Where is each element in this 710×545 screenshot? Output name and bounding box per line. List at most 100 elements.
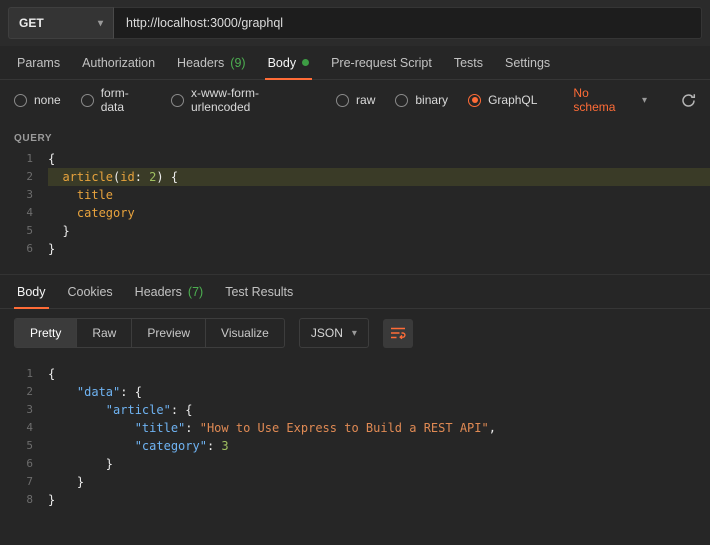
- radio-selected-icon: [468, 94, 481, 107]
- line-number: 3: [0, 401, 48, 419]
- body-mode-x-www-form-urlencoded[interactable]: x-www-form-urlencoded: [171, 86, 316, 114]
- view-mode-raw[interactable]: Raw: [76, 319, 131, 347]
- line-number: 6: [0, 240, 48, 258]
- code-line[interactable]: 7 }: [0, 473, 710, 491]
- tab-label: Test Results: [225, 285, 293, 299]
- tab-label: Pre-request Script: [331, 56, 432, 70]
- code-line[interactable]: 6 }: [0, 455, 710, 473]
- headers-count-badge: (9): [230, 56, 245, 70]
- line-number: 1: [0, 150, 48, 168]
- line-number: 2: [0, 383, 48, 401]
- response-format-select[interactable]: JSON ▾: [299, 318, 369, 348]
- line-number: 5: [0, 437, 48, 455]
- tab-label: Settings: [505, 56, 550, 70]
- body-mode-graphql[interactable]: GraphQL: [468, 93, 537, 107]
- tab-label: Body: [268, 56, 297, 70]
- code-text: {: [48, 150, 710, 168]
- code-text: "article": {: [48, 401, 710, 419]
- line-number: 4: [0, 419, 48, 437]
- code-line[interactable]: 1{: [0, 150, 710, 168]
- body-mode-none[interactable]: none: [14, 93, 61, 107]
- code-line[interactable]: 8}: [0, 491, 710, 509]
- tab-label: Cookies: [68, 285, 113, 299]
- code-text: "category": 3: [48, 437, 710, 455]
- response-tab-headers[interactable]: Headers (7): [124, 275, 215, 308]
- response-tab-body[interactable]: Body: [6, 275, 57, 308]
- tab-tests[interactable]: Tests: [443, 46, 494, 79]
- wrap-lines-button[interactable]: [383, 319, 413, 348]
- code-line[interactable]: 6}: [0, 240, 710, 258]
- body-mode-label: raw: [356, 93, 375, 107]
- body-modified-dot-icon: [302, 59, 309, 66]
- view-mode-pretty[interactable]: Pretty: [15, 319, 76, 347]
- body-mode-label: binary: [415, 93, 448, 107]
- code-line[interactable]: 1{: [0, 365, 710, 383]
- view-mode-preview[interactable]: Preview: [131, 319, 205, 347]
- code-line[interactable]: 2 article(id: 2) {: [0, 168, 710, 186]
- code-text: {: [48, 365, 710, 383]
- url-input[interactable]: http://localhost:3000/graphql: [114, 7, 702, 39]
- radio-icon: [336, 94, 349, 107]
- tab-label: Headers: [135, 285, 182, 299]
- postman-app: GET ▾ http://localhost:3000/graphql Para…: [0, 0, 710, 545]
- line-number: 7: [0, 473, 48, 491]
- tab-authorization[interactable]: Authorization: [71, 46, 166, 79]
- code-line[interactable]: 4 category: [0, 204, 710, 222]
- tab-label: Authorization: [82, 56, 155, 70]
- code-text: "data": {: [48, 383, 710, 401]
- body-mode-raw[interactable]: raw: [336, 93, 375, 107]
- tab-headers[interactable]: Headers (9): [166, 46, 257, 79]
- code-text: }: [48, 473, 710, 491]
- line-number: 3: [0, 186, 48, 204]
- radio-icon: [395, 94, 408, 107]
- line-number: 5: [0, 222, 48, 240]
- tab-label: Body: [17, 285, 46, 299]
- method-select[interactable]: GET ▾: [8, 7, 114, 39]
- code-line[interactable]: 3 title: [0, 186, 710, 204]
- request-url-bar: GET ▾ http://localhost:3000/graphql: [0, 0, 710, 46]
- code-line[interactable]: 5 }: [0, 222, 710, 240]
- request-tabs: Params Authorization Headers (9) Body Pr…: [0, 46, 710, 80]
- code-text: }: [48, 240, 710, 258]
- body-mode-binary[interactable]: binary: [395, 93, 448, 107]
- query-label: QUERY: [14, 133, 696, 144]
- query-editor[interactable]: 1{2 article(id: 2) {3 title4 category5 }…: [0, 150, 710, 258]
- body-mode-label: x-www-form-urlencoded: [191, 86, 316, 114]
- tab-pre-request-script[interactable]: Pre-request Script: [320, 46, 443, 79]
- schema-select[interactable]: No schema ▾: [573, 86, 647, 114]
- body-mode-label: GraphQL: [488, 93, 537, 107]
- tab-label: Params: [17, 56, 60, 70]
- url-text: http://localhost:3000/graphql: [126, 16, 283, 30]
- response-tab-cookies[interactable]: Cookies: [57, 275, 124, 308]
- tab-label: Tests: [454, 56, 483, 70]
- body-mode-label: none: [34, 93, 61, 107]
- view-mode-visualize[interactable]: Visualize: [205, 319, 284, 347]
- response-toolbar: Pretty Raw Preview Visualize JSON ▾: [0, 309, 710, 357]
- response-section: Body Cookies Headers (7) Test Results Pr…: [0, 274, 710, 509]
- refresh-schema-icon[interactable]: [681, 93, 696, 108]
- body-mode-label: form-data: [101, 86, 151, 114]
- code-line[interactable]: 4 "title": "How to Use Express to Build …: [0, 419, 710, 437]
- radio-icon: [171, 94, 184, 107]
- line-number: 1: [0, 365, 48, 383]
- chevron-down-icon: ▾: [98, 18, 103, 29]
- line-number: 8: [0, 491, 48, 509]
- code-text: category: [48, 204, 710, 222]
- response-tab-test-results[interactable]: Test Results: [214, 275, 304, 308]
- chevron-down-icon: ▾: [642, 95, 647, 106]
- line-number: 4: [0, 204, 48, 222]
- tab-params[interactable]: Params: [6, 46, 71, 79]
- response-editor[interactable]: 1{2 "data": {3 "article": {4 "title": "H…: [0, 365, 710, 509]
- code-line[interactable]: 2 "data": {: [0, 383, 710, 401]
- tab-settings[interactable]: Settings: [494, 46, 561, 79]
- schema-label: No schema: [573, 86, 633, 114]
- code-line[interactable]: 5 "category": 3: [0, 437, 710, 455]
- tab-body[interactable]: Body: [257, 46, 321, 79]
- code-text: }: [48, 222, 710, 240]
- code-text: article(id: 2) {: [48, 168, 710, 186]
- body-mode-form-data[interactable]: form-data: [81, 86, 151, 114]
- code-text: title: [48, 186, 710, 204]
- code-line[interactable]: 3 "article": {: [0, 401, 710, 419]
- body-mode-row: none form-data x-www-form-urlencoded raw…: [0, 80, 710, 120]
- code-text: "title": "How to Use Express to Build a …: [48, 419, 710, 437]
